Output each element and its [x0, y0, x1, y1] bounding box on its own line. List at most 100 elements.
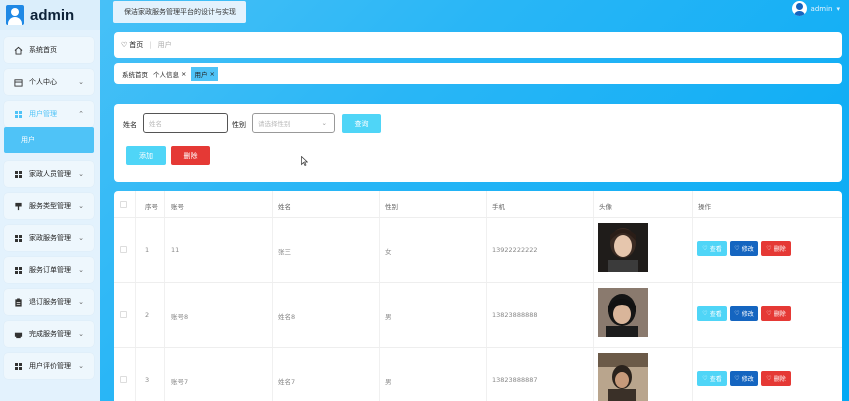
column-header-name: 姓名	[278, 203, 291, 211]
add-button[interactable]: 添加	[126, 146, 166, 165]
gender-select[interactable]: 请选择性别 ⌄	[252, 113, 335, 133]
sidebar-item-personal-center[interactable]: 个人中心 ⌄	[4, 69, 94, 95]
name-label: 姓名	[123, 121, 137, 129]
delete-button[interactable]: ♡ 删除	[761, 371, 791, 386]
grid-icon	[14, 362, 23, 371]
view-button[interactable]: ♡ 查看	[697, 241, 727, 256]
sidebar-item-label: 用户管理	[29, 110, 57, 118]
cell-gender: 男	[385, 313, 392, 321]
cell-phone: 13922222222	[492, 246, 538, 254]
chevron-down-icon: ⌄	[78, 362, 84, 370]
sidebar-item-user-review-management[interactable]: 用户评价管理 ⌄	[4, 353, 94, 379]
edit-button[interactable]: ♡ 修改	[730, 371, 758, 386]
delete-button-label: 删除	[773, 376, 786, 383]
user-table: 序号 账号 姓名 性别 手机 头像 操作 1 11 张三 女 139222222…	[114, 191, 842, 401]
edit-button-label: 修改	[741, 246, 754, 253]
breadcrumb-separator: |	[149, 41, 152, 49]
cell-account: 账号8	[171, 313, 189, 321]
table-row: 2 账号8 姓名8 男 13823888888 ♡ 查看 ♡ 修改 ♡ 删除	[114, 283, 842, 348]
batch-delete-button-label: 删除	[183, 151, 198, 160]
sidebar-menu: 系统首页 个人中心 ⌄ 用户管理 ⌃ 用户 家政人员管理 ⌄ 服务类型管理 ⌄ …	[4, 37, 94, 385]
table-row: 3 账号7 姓名7 男 13823888887 ♡ 查看 ♡ 修改 ♡ 删除	[114, 348, 842, 401]
edit-icon: ♡	[734, 375, 740, 382]
breadcrumb-current: 用户	[157, 41, 172, 49]
cell-phone: 13823888888	[492, 311, 538, 319]
chevron-down-icon: ⌄	[78, 266, 84, 274]
batch-delete-button[interactable]: 删除	[171, 146, 210, 165]
user-avatar-icon	[791, 1, 807, 16]
cell-index: 2	[145, 311, 150, 319]
delete-button[interactable]: ♡ 删除	[761, 306, 791, 321]
close-icon[interactable]: ×	[181, 70, 186, 78]
tag-home[interactable]: 系统首页	[122, 67, 148, 81]
chevron-down-icon: ⌄	[78, 298, 84, 306]
admin-avatar-icon	[6, 5, 24, 25]
sidebar-item-label: 服务订单管理	[29, 266, 71, 274]
row-checkbox[interactable]	[120, 311, 127, 318]
brand-title: admin	[30, 6, 75, 24]
delete-button-label: 删除	[773, 246, 786, 253]
user-menu[interactable]: admin ▾	[791, 1, 840, 16]
sidebar-item-user-management[interactable]: 用户管理 ⌃	[4, 101, 94, 127]
tag-label: 用户	[194, 70, 208, 79]
cell-account: 11	[171, 246, 180, 254]
eye-icon: ♡	[702, 245, 708, 252]
edit-button[interactable]: ♡ 修改	[730, 241, 758, 256]
row-checkbox[interactable]	[120, 376, 127, 383]
row-checkbox[interactable]	[120, 246, 127, 253]
sidebar-subitem-users[interactable]: 用户	[4, 127, 94, 153]
delete-button[interactable]: ♡ 删除	[761, 241, 791, 256]
chevron-down-icon: ⌄	[321, 119, 327, 127]
edit-button-label: 修改	[741, 311, 754, 318]
close-icon[interactable]: ×	[209, 70, 214, 78]
sidebar-item-completed-service-management[interactable]: 完成服务管理 ⌄	[4, 321, 94, 347]
sidebar-item-label: 完成服务管理	[29, 330, 71, 338]
edit-button[interactable]: ♡ 修改	[730, 306, 758, 321]
grid-icon	[14, 170, 23, 179]
query-button[interactable]: 查询	[342, 114, 381, 133]
user-avatar-photo	[598, 223, 648, 272]
pin-icon	[14, 202, 23, 211]
calendar-icon	[14, 78, 23, 87]
sidebar-item-label: 个人中心	[29, 78, 57, 86]
view-button[interactable]: ♡ 查看	[697, 306, 727, 321]
app-title: 保洁家政服务管理平台的设计与实现	[113, 1, 246, 23]
cell-phone: 13823888887	[492, 376, 538, 384]
trash-icon: ♡	[766, 375, 772, 382]
column-header-actions: 操作	[698, 203, 711, 211]
sidebar-item-service-order-management[interactable]: 服务订单管理 ⌄	[4, 257, 94, 283]
breadcrumb-home[interactable]: ♡ 首页	[121, 40, 143, 50]
tags-view: 系统首页 个人信息 × 用户 ×	[114, 63, 842, 84]
view-button[interactable]: ♡ 查看	[697, 371, 727, 386]
sidebar-item-service-type-management[interactable]: 服务类型管理 ⌄	[4, 193, 94, 219]
sidebar-item-housekeeper-management[interactable]: 家政人员管理 ⌄	[4, 161, 94, 187]
edit-button-label: 修改	[741, 376, 754, 383]
chevron-down-icon: ⌄	[78, 234, 84, 242]
view-button-label: 查看	[709, 376, 722, 383]
tag-personal-info[interactable]: 个人信息 ×	[153, 67, 186, 81]
cell-name: 姓名8	[278, 313, 296, 321]
sidebar-item-label: 家政服务管理	[29, 234, 71, 242]
tag-users[interactable]: 用户 ×	[191, 66, 218, 81]
grid-icon	[14, 234, 23, 243]
sidebar-item-housekeeping-service-management[interactable]: 家政服务管理 ⌄	[4, 225, 94, 251]
breadcrumb-home-label: 首页	[129, 41, 144, 49]
column-header-index: 序号	[145, 203, 158, 211]
eye-icon: ♡	[702, 375, 708, 382]
sidebar-item-home[interactable]: 系统首页	[4, 37, 94, 63]
column-header-phone: 手机	[492, 203, 505, 211]
grid-icon	[14, 266, 23, 275]
query-button-label: 查询	[354, 119, 369, 128]
cell-index: 3	[145, 376, 150, 384]
select-all-checkbox[interactable]	[120, 201, 127, 208]
gender-select-placeholder: 请选择性别	[258, 120, 291, 128]
name-search-input[interactable]: 姓名	[143, 113, 228, 133]
chevron-down-icon: ⌄	[78, 330, 84, 338]
chevron-up-icon: ⌃	[78, 110, 84, 118]
view-button-label: 查看	[709, 311, 722, 318]
trash-icon: ♡	[766, 245, 772, 252]
sidebar-item-label: 系统首页	[29, 46, 57, 54]
chevron-down-icon: ⌄	[78, 170, 84, 178]
sidebar-item-unsubscribe-management[interactable]: 退订服务管理 ⌄	[4, 289, 94, 315]
sidebar-item-label: 家政人员管理	[29, 170, 71, 178]
